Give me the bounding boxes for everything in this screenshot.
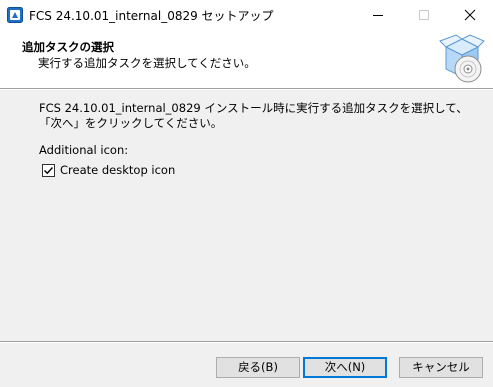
- cancel-button[interactable]: キャンセル: [399, 357, 483, 378]
- minimize-button[interactable]: [355, 0, 401, 30]
- task-description: FCS 24.10.01_internal_0829 インストール時に実行する追…: [39, 101, 468, 130]
- maximize-button[interactable]: [401, 0, 447, 30]
- close-icon: [464, 9, 476, 21]
- footer-divider: [0, 341, 493, 343]
- minimize-icon: [373, 15, 383, 16]
- checkmark-icon: [44, 167, 53, 175]
- close-button[interactable]: [447, 0, 493, 30]
- page-title: 追加タスクの選択: [22, 40, 114, 54]
- create-desktop-icon-checkbox[interactable]: [42, 164, 55, 177]
- wizard-header: 追加タスクの選択 実行する追加タスクを選択してください。: [0, 30, 493, 88]
- page-subtitle: 実行する追加タスクを選択してください。: [38, 56, 256, 70]
- back-button[interactable]: 戻る(B): [216, 357, 300, 378]
- install-box-cd-icon: [436, 33, 488, 85]
- setup-app-icon: [7, 7, 23, 23]
- setup-window: FCS 24.10.01_internal_0829 セットアップ 追加タスクの…: [0, 0, 493, 387]
- create-desktop-icon-label[interactable]: Create desktop icon: [60, 163, 175, 177]
- additional-icon-label: Additional icon:: [39, 143, 129, 157]
- title-bar[interactable]: FCS 24.10.01_internal_0829 セットアップ: [0, 0, 493, 30]
- header-divider: [0, 88, 493, 90]
- window-title: FCS 24.10.01_internal_0829 セットアップ: [29, 9, 274, 23]
- maximize-icon: [419, 10, 429, 20]
- next-button[interactable]: 次へ(N): [303, 357, 387, 378]
